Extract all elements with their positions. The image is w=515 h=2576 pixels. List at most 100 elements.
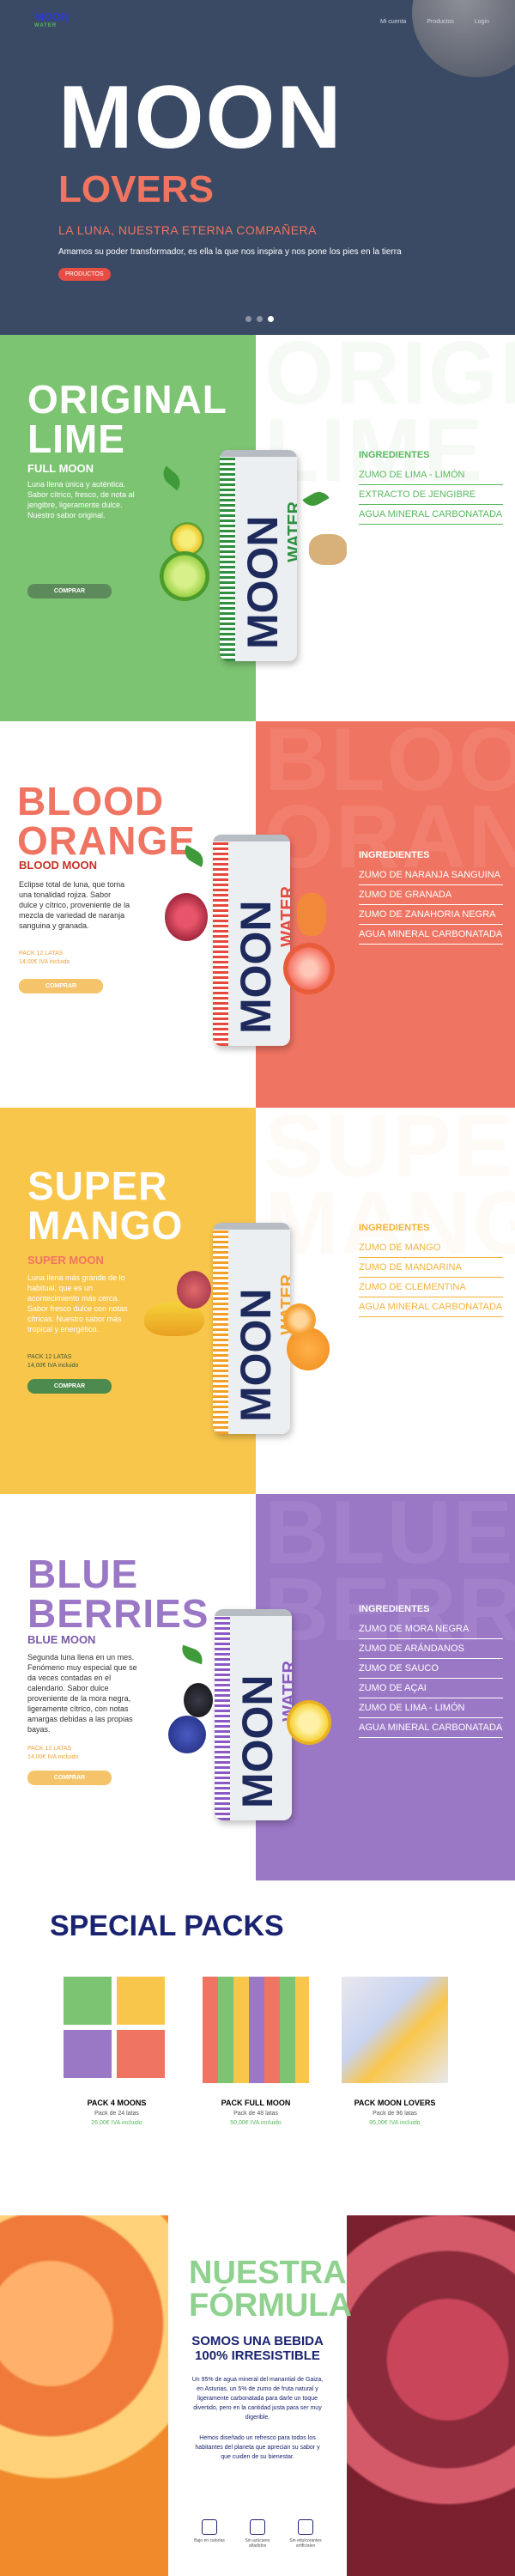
low-calorie-icon: Bajo en calorías xyxy=(191,2519,228,2549)
hero-title: MOON xyxy=(58,68,343,167)
buy-button[interactable]: COMPRAR xyxy=(19,979,103,993)
top-nav: Mi cuenta Productos Login xyxy=(380,19,489,25)
formula-subtitle: SOMOS UNA BEBIDA 100% IRRESISTIBLE xyxy=(191,2334,324,2363)
ingredient-item: ZUMO DE AÇAI xyxy=(359,1679,503,1698)
ingredient-item: ZUMO DE LIMA - LIMÓN xyxy=(359,1698,503,1718)
ingredient-item: EXTRACTO DE JENGIBRE xyxy=(359,485,503,505)
ingredient-item: ZUMO DE NARANJA SANGUINA xyxy=(359,866,503,885)
ingredient-item: AGUA MINERAL CARBONATADA xyxy=(359,505,503,525)
hero-section: MOON WATER Mi cuenta Productos Login MOON… xyxy=(0,0,515,335)
ingredient-item: AGUA MINERAL CARBONATADA xyxy=(359,1718,503,1738)
hero-tagline: LA LUNA, NUESTRA ETERNA COMPAÑERA xyxy=(58,223,317,237)
oranges-photo xyxy=(0,2215,168,2576)
carousel-dot[interactable] xyxy=(257,316,263,322)
pack-card[interactable]: PACK MOON LOVERS Pack de 96 latas 95,00€… xyxy=(335,1977,455,2126)
pack-full-moon-image xyxy=(203,1977,309,2083)
formula-section: NUESTRA FÓRMULA SOMOS UNA BEBIDA 100% IRR… xyxy=(0,2215,515,2576)
blueberry-image xyxy=(168,1716,206,1753)
ingredient-item: ZUMO DE SAUCO xyxy=(359,1659,503,1679)
product-title: BLOOD ORANGE xyxy=(17,779,196,863)
lime-image xyxy=(160,551,209,601)
ingredient-item: ZUMO DE ZANAHORIA NEGRA xyxy=(359,905,503,925)
moon-image xyxy=(412,0,515,77)
grapefruit-image xyxy=(283,943,335,994)
product-description: Luna llena más grande de lo habitual, qu… xyxy=(27,1273,128,1334)
formula-icons: Bajo en calorías Sin azúcares añadidos S… xyxy=(191,2519,324,2549)
can-super-mango: MOON WATER xyxy=(213,1223,290,1434)
ingredient-item: ZUMO DE MANDARINA xyxy=(359,1258,503,1278)
pack-price: 26,00€ IVA incluido xyxy=(91,2120,142,2126)
no-sugar-icon: Sin azúcares añadidos xyxy=(239,2519,276,2549)
nav-my-account[interactable]: Mi cuenta xyxy=(380,19,406,25)
blackberry-image xyxy=(184,1683,213,1717)
can-brand: MOON xyxy=(233,1674,282,1808)
carousel-dots xyxy=(245,316,274,322)
pack-price: 50,00€ IVA incluido xyxy=(230,2120,282,2126)
can-blue-berries: MOON WATER xyxy=(215,1609,292,1820)
product-price: PACK 12 LATAS 14,00€ IVA incluido xyxy=(27,1354,79,1369)
can-blood-orange: MOON WATER xyxy=(213,835,290,1046)
ingredients-list: INGREDIENTES ZUMO DE LIMA - LIMÓN EXTRAC… xyxy=(359,450,503,525)
ingredients-list: INGREDIENTES ZUMO DE MANGO ZUMO DE MANDA… xyxy=(359,1223,503,1317)
can-word: WATER xyxy=(285,501,297,562)
pack-moon-lovers-image xyxy=(342,1977,448,2083)
product-title: ORIGINAL LIME xyxy=(27,377,227,461)
pack-quantity: Pack de 96 latas xyxy=(373,2111,417,2117)
product-name: BLUE MOON xyxy=(27,1633,96,1646)
product-title: SUPER MANGO xyxy=(27,1163,184,1248)
pack-name: PACK MOON LOVERS xyxy=(354,2099,436,2107)
special-packs-section: SPECIAL PACKS PACK 4 MOONS Pack de 24 la… xyxy=(0,1880,515,2215)
product-blood-orange: BLOOD ORANGE BLOODORANGE BLOOD MOON Ecli… xyxy=(0,721,515,1108)
product-description: Luna llena única y auténtica. Sabor cítr… xyxy=(27,480,135,519)
buy-button[interactable]: COMPRAR xyxy=(27,1771,112,1785)
pack-card[interactable]: PACK 4 MOONS Pack de 24 latas 26,00€ IVA… xyxy=(57,1977,177,2126)
product-price: PACK 12 LATAS 14,00€ IVA incluido xyxy=(19,951,70,965)
ingredient-item: ZUMO DE CLEMENTINA xyxy=(359,1278,503,1297)
fig-image xyxy=(177,1271,211,1309)
pack-quantity: Pack de 48 latas xyxy=(233,2111,278,2117)
buy-button[interactable]: COMPRAR xyxy=(27,584,112,598)
no-sweetener-icon: Sin edulcorantes artificiales xyxy=(287,2519,324,2549)
pack-4-moons-image xyxy=(64,1977,170,2083)
product-super-mango: SUPER MANGO SUPERMANGO SUPER MOON Luna l… xyxy=(0,1108,515,1494)
ingredient-item: ZUMO DE MANGO xyxy=(359,1238,503,1258)
pack-quantity: Pack de 24 latas xyxy=(94,2111,139,2117)
product-name: BLOOD MOON xyxy=(19,859,97,872)
lemon-image xyxy=(287,1700,331,1745)
product-description: Segunda luna llena en un mes. Fenómeno m… xyxy=(27,1653,137,1734)
pack-price: 95,00€ IVA incluido xyxy=(369,2120,421,2126)
ingredient-item: AGUA MINERAL CARBONATADA xyxy=(359,1297,503,1317)
ingredients-title: INGREDIENTES xyxy=(359,1223,430,1233)
nav-login[interactable]: Login xyxy=(475,19,489,25)
logo[interactable]: MOON WATER xyxy=(34,11,69,31)
can-word: WATER xyxy=(278,886,290,947)
product-description: Eclipse total de luna, que toma una tona… xyxy=(19,880,130,930)
can-brand: MOON xyxy=(232,900,280,1034)
products-button[interactable]: PRODUCTOS xyxy=(58,268,111,281)
packs-title: SPECIAL PACKS xyxy=(50,1910,284,1942)
ingredient-item: ZUMO DE ARÁNDANOS xyxy=(359,1639,503,1659)
carousel-dot-active[interactable] xyxy=(268,316,274,322)
pomegranate-image xyxy=(165,893,208,941)
ingredient-item: ZUMO DE MORA NEGRA xyxy=(359,1619,503,1639)
pack-name: PACK FULL MOON xyxy=(221,2099,291,2107)
ingredients-list: INGREDIENTES ZUMO DE NARANJA SANGUINA ZU… xyxy=(359,850,503,945)
ingredients-title: INGREDIENTES xyxy=(359,450,430,460)
pomegranates-photo xyxy=(347,2215,515,2576)
product-price: PACK 12 LATAS 14,00€ IVA incluido xyxy=(27,1746,79,1760)
buy-button[interactable]: COMPRAR xyxy=(27,1379,112,1394)
formula-title: NUESTRA FÓRMULA xyxy=(189,2255,352,2324)
nav-products[interactable]: Productos xyxy=(427,19,454,25)
ingredient-item: AGUA MINERAL CARBONATADA xyxy=(359,925,503,945)
ingredient-item: ZUMO DE LIMA - LIMÓN xyxy=(359,465,503,485)
pack-card[interactable]: PACK FULL MOON Pack de 48 latas 50,00€ I… xyxy=(196,1977,316,2126)
ingredients-list: INGREDIENTES ZUMO DE MORA NEGRA ZUMO DE … xyxy=(359,1604,503,1738)
hero-subtitle: LOVERS xyxy=(58,168,214,210)
ingredient-item: ZUMO DE GRANADA xyxy=(359,885,503,905)
carousel-dot[interactable] xyxy=(245,316,251,322)
formula-paragraph: Un 95% de agua mineral del manantial de … xyxy=(191,2377,324,2421)
product-name: FULL MOON xyxy=(27,462,94,475)
product-original-lime: ORIGINAL LIME ORIGINALLIME FULL MOON Lun… xyxy=(0,335,515,721)
product-name: SUPER MOON xyxy=(27,1254,104,1267)
ginger-image xyxy=(309,534,347,565)
